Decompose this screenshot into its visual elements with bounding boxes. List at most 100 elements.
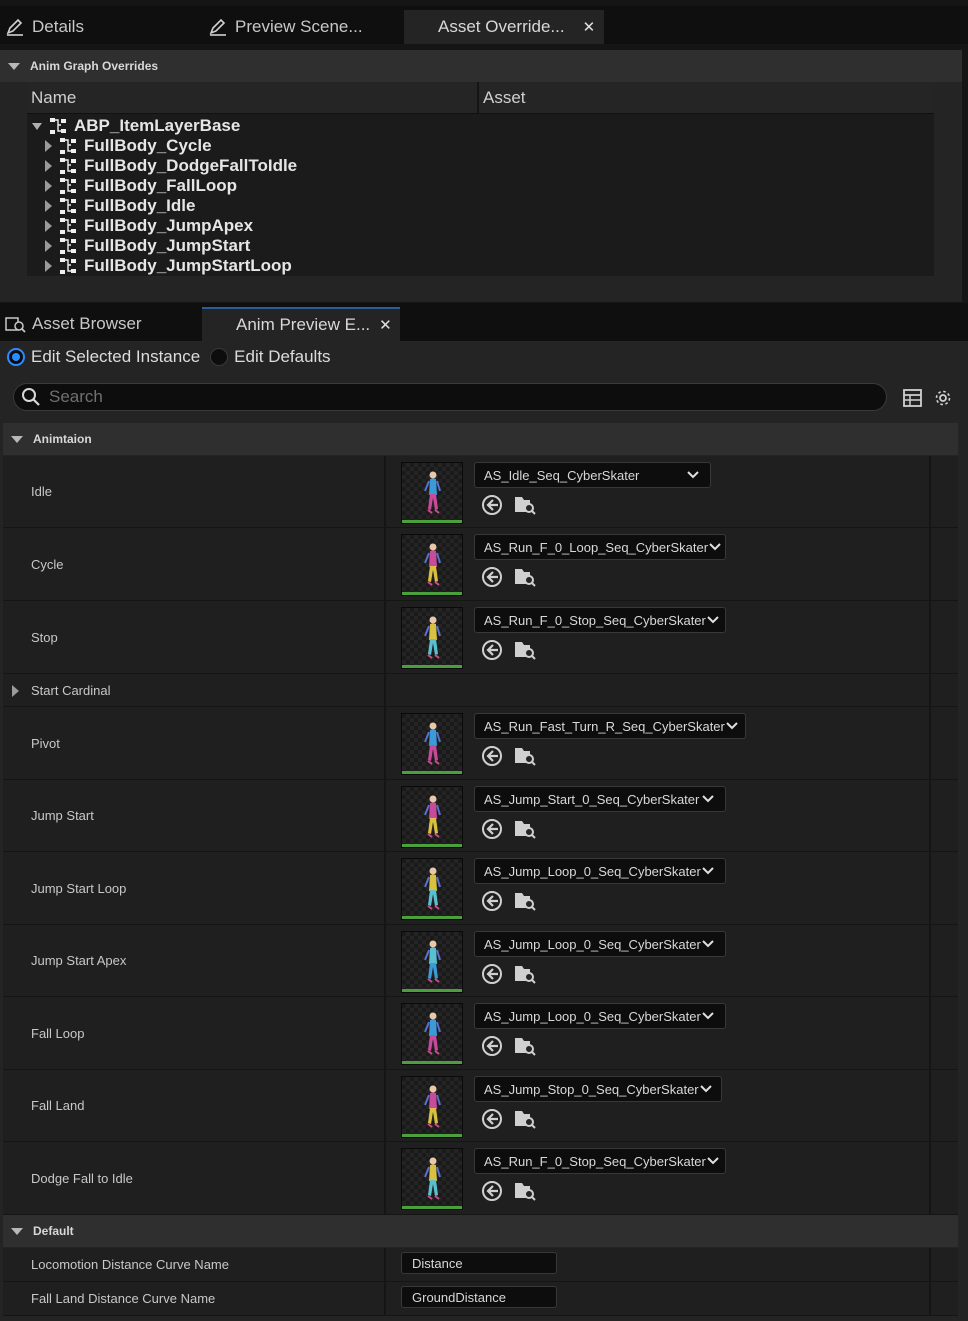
edit-selected-radio[interactable] <box>7 348 25 366</box>
use-selected-asset-icon[interactable] <box>481 494 503 521</box>
use-selected-asset-icon[interactable] <box>481 1180 503 1207</box>
asset-thumbnail[interactable] <box>401 462 463 524</box>
tab-anim-preview-editor[interactable]: Anim Preview E... ✕ <box>202 307 400 341</box>
expand-right-icon[interactable] <box>45 180 52 192</box>
use-selected-asset-icon[interactable] <box>481 566 503 593</box>
asset-picker-value: AS_Run_Fast_Turn_R_Seq_CyberSkater <box>484 718 725 734</box>
browse-to-asset-icon[interactable] <box>513 890 537 917</box>
asset-picker-dropdown[interactable]: AS_Jump_Stop_0_Seq_CyberSkater <box>474 1076 722 1102</box>
search-input[interactable]: Search <box>13 383 887 411</box>
anim-graph-overrides-header[interactable]: Anim Graph Overrides <box>0 50 962 82</box>
use-selected-asset-icon[interactable] <box>481 639 503 666</box>
tab-preview-scene[interactable]: Preview Scene... <box>207 10 402 44</box>
tree-item-label: FullBody_DodgeFallToIdle <box>84 156 298 175</box>
browse-to-asset-icon[interactable] <box>513 818 537 845</box>
expand-down-icon[interactable] <box>32 122 42 130</box>
column-asset[interactable]: Asset <box>479 82 934 113</box>
browse-to-asset-icon[interactable] <box>513 566 537 593</box>
edit-selected-label[interactable]: Edit Selected Instance <box>31 347 200 367</box>
settings-gear-icon[interactable] <box>933 388 953 413</box>
tree-item[interactable]: ABP_ItemLayerBase <box>32 116 240 136</box>
use-selected-asset-icon[interactable] <box>481 1035 503 1062</box>
anim-graph-icon <box>59 137 84 155</box>
close-icon[interactable]: ✕ <box>583 18 596 36</box>
asset-thumbnail[interactable] <box>401 786 463 848</box>
character-figure-icon <box>424 1085 441 1128</box>
table-view-icon[interactable] <box>903 389 922 412</box>
tree-item[interactable]: FullBody_JumpStart <box>45 236 250 256</box>
pencil-icon <box>4 16 26 38</box>
curve-name-field[interactable]: GroundDistance <box>401 1286 557 1308</box>
property-row: Fall Land AS_Jump_Stop_0_Seq_CyberSkater <box>3 1070 958 1142</box>
expand-right-icon[interactable] <box>45 160 52 172</box>
browse-to-asset-icon[interactable] <box>513 1035 537 1062</box>
tab-asset-browser[interactable]: Asset Browser <box>4 307 199 341</box>
expand-right-icon[interactable] <box>45 220 52 232</box>
property-label: Jump Start Loop <box>31 880 127 896</box>
asset-picker-dropdown[interactable]: AS_Run_F_0_Loop_Seq_CyberSkater <box>474 534 726 560</box>
anim-graph-icon <box>59 197 84 215</box>
browse-to-asset-icon[interactable] <box>513 494 537 521</box>
asset-thumbnail[interactable] <box>401 858 463 920</box>
expand-right-icon[interactable] <box>45 200 52 212</box>
close-icon[interactable]: ✕ <box>379 316 392 334</box>
animation-section-header[interactable]: Animtaion <box>3 423 958 455</box>
expand-right-icon[interactable] <box>45 260 52 272</box>
asset-picker-dropdown[interactable]: AS_Jump_Loop_0_Seq_CyberSkater <box>474 1003 726 1029</box>
asset-thumbnail[interactable] <box>401 713 463 775</box>
expand-right-icon[interactable] <box>12 684 19 697</box>
tree-item[interactable]: FullBody_JumpStartLoop <box>45 256 292 276</box>
tree-item[interactable]: FullBody_Cycle <box>45 136 212 156</box>
asset-thumbnail[interactable] <box>401 607 463 669</box>
edit-defaults-label[interactable]: Edit Defaults <box>234 347 330 367</box>
asset-thumbnail[interactable] <box>401 931 463 993</box>
expand-right-icon[interactable] <box>45 240 52 252</box>
browse-to-asset-icon[interactable] <box>513 1108 537 1135</box>
anim-graph-icon <box>49 117 74 135</box>
asset-picker-dropdown[interactable]: AS_Jump_Loop_0_Seq_CyberSkater <box>474 858 726 884</box>
asset-thumbnail[interactable] <box>401 534 463 596</box>
property-label: Fall Land Distance Curve Name <box>31 1291 216 1306</box>
asset-picker-value: AS_Idle_Seq_CyberSkater <box>484 467 640 483</box>
asset-picker-dropdown[interactable]: AS_Jump_Start_0_Seq_CyberSkater <box>474 786 726 812</box>
chevron-down-icon <box>708 540 722 554</box>
property-row: Fall Loop AS_Jump_Loop_0_Seq_CyberSkater <box>3 997 958 1070</box>
asset-actions <box>481 566 537 593</box>
asset-thumbnail[interactable] <box>401 1003 463 1065</box>
property-label: Stop <box>31 629 58 645</box>
use-selected-asset-icon[interactable] <box>481 745 503 772</box>
edit-defaults-radio[interactable] <box>210 348 229 366</box>
browse-to-asset-icon[interactable] <box>513 639 537 666</box>
browse-to-asset-icon[interactable] <box>513 745 537 772</box>
section-title: Animtaion <box>33 432 92 446</box>
browse-to-asset-icon[interactable] <box>513 963 537 990</box>
asset-picker-dropdown[interactable]: AS_Idle_Seq_CyberSkater <box>474 462 711 488</box>
use-selected-asset-icon[interactable] <box>481 963 503 990</box>
tree-item[interactable]: FullBody_JumpApex <box>45 216 253 236</box>
asset-thumbnail[interactable] <box>401 1076 463 1138</box>
use-selected-asset-icon[interactable] <box>481 890 503 917</box>
asset-picker-dropdown[interactable]: AS_Run_F_0_Stop_Seq_CyberSkater <box>474 1148 726 1174</box>
tree-item[interactable]: FullBody_FallLoop <box>45 176 237 196</box>
default-section-header[interactable]: Default <box>3 1215 958 1247</box>
browse-to-asset-icon[interactable] <box>513 1180 537 1207</box>
tab-details[interactable]: Details <box>4 10 194 44</box>
character-figure-icon <box>424 1012 441 1055</box>
tree-item[interactable]: FullBody_DodgeFallToIdle <box>45 156 297 176</box>
use-selected-asset-icon[interactable] <box>481 818 503 845</box>
property-row: Dodge Fall to Idle AS_Run_F_0_Stop_Seq_Cy… <box>3 1142 958 1215</box>
asset-picker-dropdown[interactable]: AS_Run_F_0_Stop_Seq_CyberSkater <box>474 607 726 633</box>
use-selected-asset-icon[interactable] <box>481 1108 503 1135</box>
curve-name-field[interactable]: Distance <box>401 1252 557 1274</box>
property-row: Locomotion Distance Curve Name Distance <box>3 1248 958 1282</box>
collapse-arrow-icon <box>8 62 20 70</box>
column-name[interactable]: Name <box>27 82 479 113</box>
tab-asset-override[interactable]: Asset Override... ✕ <box>404 10 604 44</box>
asset-picker-value: AS_Jump_Stop_0_Seq_CyberSkater <box>484 1081 699 1097</box>
asset-thumbnail[interactable] <box>401 1148 463 1210</box>
asset-picker-dropdown[interactable]: AS_Jump_Loop_0_Seq_CyberSkater <box>474 931 726 957</box>
expand-right-icon[interactable] <box>45 140 52 152</box>
tree-item[interactable]: FullBody_Idle <box>45 196 195 216</box>
section-title: Anim Graph Overrides <box>30 59 159 73</box>
asset-picker-dropdown[interactable]: AS_Run_Fast_Turn_R_Seq_CyberSkater <box>474 713 746 739</box>
